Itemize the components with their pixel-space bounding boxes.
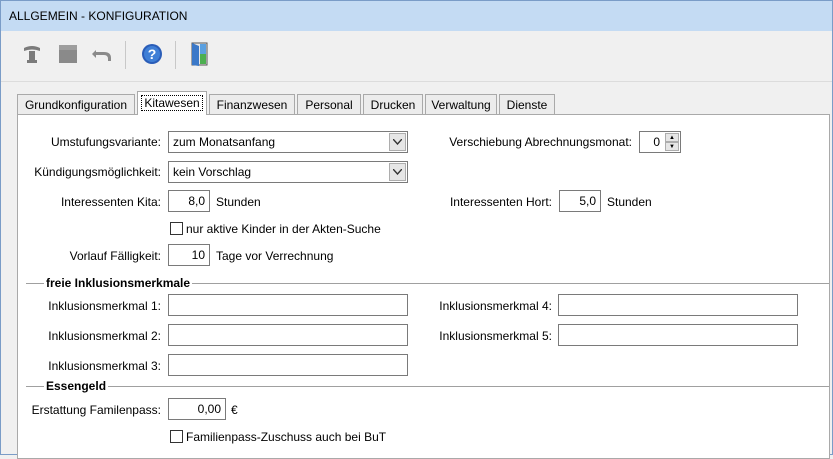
erstattung-input[interactable]: 0,00 (168, 398, 226, 420)
kuendigung-label: Kündigungsmöglichkeit: (34, 165, 161, 179)
undo-icon (92, 50, 111, 61)
inklusion-3-label: Inklusionsmerkmal 3: (48, 359, 161, 373)
essengeld-section-title: Essengeld (44, 379, 109, 393)
vorlauf-input[interactable]: 10 (168, 244, 210, 266)
stamp-button[interactable] (19, 41, 45, 67)
inklusion-5-label: Inklusionsmerkmal 5: (439, 329, 552, 343)
currency-label: € (231, 403, 238, 417)
int-hort-input[interactable]: 5,0 (559, 190, 601, 212)
save-icon (59, 45, 77, 63)
spin-up-icon[interactable]: ▲ (665, 133, 679, 142)
chevron-down-icon[interactable] (389, 163, 406, 181)
verschiebung-label: Verschiebung Abrechnungsmonat: (449, 135, 632, 149)
toolbar-separator (125, 41, 126, 69)
tab-grundkonfiguration[interactable]: Grundkonfiguration (17, 94, 135, 114)
title-bar: ALLGEMEIN - KONFIGURATION (1, 1, 832, 31)
toolbar-separator (175, 41, 176, 69)
stamp-icon (24, 46, 40, 63)
int-kita-input[interactable]: 8,0 (168, 190, 210, 212)
verschiebung-spinner[interactable]: 0 ▲ ▼ (639, 131, 681, 153)
zuschuss-checkbox[interactable] (170, 430, 183, 443)
exit-button[interactable] (187, 41, 213, 67)
chevron-down-icon[interactable] (389, 133, 406, 151)
inklusion-section-title: freie Inklusionsmerkmale (44, 276, 193, 290)
vorlauf-unit: Tage vor Verrechnung (216, 249, 334, 263)
config-window: ALLGEMEIN - KONFIGURATION ? Grundkonfigu… (0, 0, 833, 459)
inklusion-1-input[interactable] (168, 294, 408, 316)
tab-finanzwesen[interactable]: Finanzwesen (209, 94, 295, 114)
help-button[interactable]: ? (139, 41, 165, 67)
inklusion-1-label: Inklusionsmerkmal 1: (48, 299, 161, 313)
essengeld-divider (26, 386, 829, 387)
umstufung-select[interactable]: zum Monatsanfang (168, 131, 408, 153)
kuendigung-select[interactable]: kein Vorschlag (168, 161, 408, 183)
undo-button[interactable] (89, 41, 115, 67)
umstufung-value: zum Monatsanfang (173, 135, 276, 149)
inklusion-2-input[interactable] (168, 324, 408, 346)
tab-drucken[interactable]: Drucken (363, 94, 423, 114)
tab-dienste[interactable]: Dienste (499, 94, 555, 114)
tab-panel-kitawesen: Umstufungsvariante: zum Monatsanfang Ver… (17, 114, 830, 459)
verschiebung-value: 0 (653, 135, 660, 149)
help-icon: ? (142, 44, 162, 64)
exit-door-icon (191, 42, 208, 66)
inklusion-5-input[interactable] (558, 324, 798, 346)
nur-aktive-label: nur aktive Kinder in der Akten-Suche (186, 222, 381, 236)
window-title: ALLGEMEIN - KONFIGURATION (9, 9, 188, 23)
int-hort-unit: Stunden (607, 195, 652, 209)
nur-aktive-checkbox[interactable] (170, 222, 183, 235)
zuschuss-label: Familienpass-Zuschuss auch bei BuT (186, 430, 387, 444)
tab-kitawesen[interactable]: Kitawesen (137, 91, 207, 115)
toolbar: ? (1, 31, 832, 82)
svg-text:?: ? (148, 46, 157, 62)
tab-verwaltung[interactable]: Verwaltung (425, 94, 497, 114)
spin-down-icon[interactable]: ▼ (665, 142, 679, 151)
umstufung-label: Umstufungsvariante: (50, 135, 161, 149)
inklusion-4-input[interactable] (558, 294, 798, 316)
inklusion-2-label: Inklusionsmerkmal 2: (48, 329, 161, 343)
erstattung-label: Erstattung Familenpass: (31, 403, 161, 417)
inklusion-4-label: Inklusionsmerkmal 4: (439, 299, 552, 313)
save-button[interactable] (55, 41, 81, 67)
tab-personal[interactable]: Personal (297, 94, 361, 114)
tab-kitawesen-label: Kitawesen (141, 95, 203, 111)
int-hort-label: Interessenten Hort: (449, 195, 552, 209)
kuendigung-value: kein Vorschlag (173, 165, 252, 179)
int-kita-unit: Stunden (216, 195, 261, 209)
vorlauf-label: Vorlauf Fälligkeit: (69, 249, 161, 263)
inklusion-3-input[interactable] (168, 354, 408, 376)
int-kita-label: Interessenten Kita: (60, 195, 161, 209)
